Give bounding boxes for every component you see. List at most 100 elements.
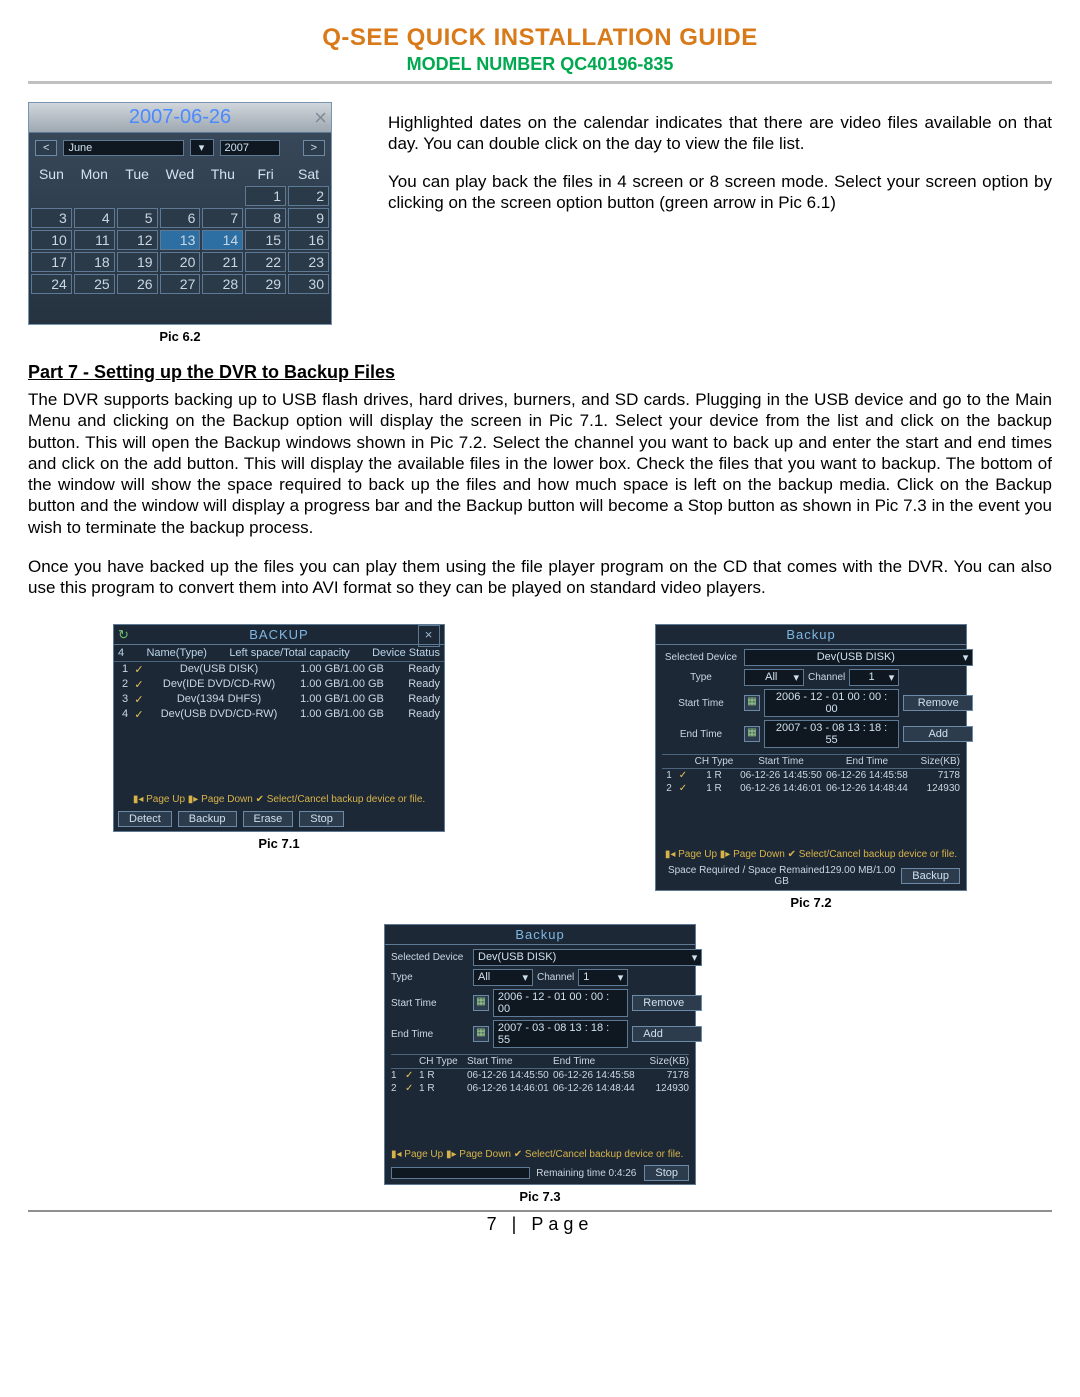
body-paragraph-2: Once you have backed up the files you ca… xyxy=(28,556,1052,599)
close-icon[interactable]: × xyxy=(418,625,440,647)
backup-button[interactable]: Backup xyxy=(178,811,237,827)
calendar-day[interactable]: 6 xyxy=(160,208,201,228)
close-icon[interactable]: × xyxy=(314,105,327,131)
calendar-day[interactable]: 26 xyxy=(117,274,158,294)
label-type: Type xyxy=(391,972,469,983)
calendar-day[interactable]: 22 xyxy=(245,252,286,272)
calendar-day[interactable]: 8 xyxy=(245,208,286,228)
calendar-day[interactable]: 1 xyxy=(245,186,286,206)
erase-button[interactable]: Erase xyxy=(243,811,294,827)
year-select[interactable]: 2007 xyxy=(220,140,280,156)
calendar-day[interactable]: 7 xyxy=(202,208,243,228)
calendar-day[interactable]: 24 xyxy=(31,274,72,294)
start-time[interactable]: 2006 - 12 - 01 00 : 00 : 00 xyxy=(493,989,628,1017)
calendar-icon[interactable]: ▦ xyxy=(744,726,760,742)
device-name: Dev(IDE DVD/CD-RW) xyxy=(146,678,292,691)
next-month-button[interactable]: > xyxy=(303,140,325,156)
calendar-day[interactable]: 11 xyxy=(74,230,115,250)
selected-device[interactable]: Dev(USB DISK) ▾ xyxy=(744,649,973,666)
remove-button[interactable]: Remove xyxy=(632,995,702,1011)
calendar-day[interactable]: 17 xyxy=(31,252,72,272)
device-status: Ready xyxy=(392,693,440,706)
selected-device[interactable]: Dev(USB DISK) ▾ xyxy=(473,949,702,966)
row-num: 1 xyxy=(118,663,132,676)
panel-title: BACKUP xyxy=(249,627,308,642)
calendar-day[interactable]: 5 xyxy=(117,208,158,228)
check-icon[interactable]: ✓ xyxy=(132,708,146,721)
device-row[interactable]: 1✓Dev(USB DISK)1.00 GB/1.00 GBReady xyxy=(118,662,440,677)
calendar-icon[interactable]: ▦ xyxy=(473,1026,489,1042)
calendar-day[interactable]: 4 xyxy=(74,208,115,228)
type-select[interactable]: All ▾ xyxy=(473,969,533,986)
device-row[interactable]: 4✓Dev(USB DVD/CD-RW)1.00 GB/1.00 GBReady xyxy=(118,707,440,722)
col-header: End Time xyxy=(553,1056,639,1067)
calendar-day[interactable]: 3 xyxy=(31,208,72,228)
detect-button[interactable]: Detect xyxy=(118,811,172,827)
check-icon[interactable]: ✓ xyxy=(676,783,690,794)
file-row[interactable]: 1✓1 R06-12-26 14:45:5006-12-26 14:45:587… xyxy=(662,769,960,782)
label-channel: Channel xyxy=(537,972,574,983)
calendar-day[interactable]: 30 xyxy=(288,274,329,294)
footer-divider xyxy=(28,1210,1052,1212)
file-row[interactable]: 2✓1 R06-12-26 14:46:0106-12-26 14:48:441… xyxy=(391,1082,689,1095)
calendar-day[interactable]: 9 xyxy=(288,208,329,228)
calendar-icon[interactable]: ▦ xyxy=(744,695,760,711)
check-icon[interactable]: ✓ xyxy=(405,1070,419,1081)
section-heading: Part 7 - Setting up the DVR to Backup Fi… xyxy=(28,362,1052,383)
calendar-day[interactable]: 15 xyxy=(245,230,286,250)
check-icon[interactable]: ✓ xyxy=(132,663,146,676)
calendar-icon[interactable]: ▦ xyxy=(473,995,489,1011)
file-row[interactable]: 1✓1 R06-12-26 14:45:5006-12-26 14:45:587… xyxy=(391,1069,689,1082)
type-select[interactable]: All ▾ xyxy=(744,669,804,686)
calendar-day[interactable]: 29 xyxy=(245,274,286,294)
ch-type: 1 R xyxy=(690,770,738,781)
prev-month-button[interactable]: < xyxy=(35,140,57,156)
calendar-day[interactable]: 18 xyxy=(74,252,115,272)
row-num: 2 xyxy=(391,1083,405,1094)
calendar-day[interactable]: 10 xyxy=(31,230,72,250)
intro-paragraph-2: You can play back the files in 4 screen … xyxy=(388,171,1052,214)
file-row[interactable]: 2✓1 R06-12-26 14:46:0106-12-26 14:48:441… xyxy=(662,782,960,795)
calendar-day[interactable]: 21 xyxy=(202,252,243,272)
channel-select[interactable]: 1 ▾ xyxy=(849,669,899,686)
end-time[interactable]: 2007 - 03 - 08 13 : 18 : 55 xyxy=(764,720,899,748)
device-row[interactable]: 3✓Dev(1394 DHFS)1.00 GB/1.00 GBReady xyxy=(118,692,440,707)
remaining-time: Remaining time 0:4:26 xyxy=(536,1168,636,1179)
check-icon[interactable]: ✓ xyxy=(405,1083,419,1094)
remove-button[interactable]: Remove xyxy=(903,695,973,711)
calendar-day[interactable]: 20 xyxy=(160,252,201,272)
col-name: Name(Type) xyxy=(146,647,207,659)
file-size: 124930 xyxy=(639,1083,689,1094)
device-status: Ready xyxy=(392,663,440,676)
stop-button[interactable]: Stop xyxy=(299,811,344,827)
calendar-day[interactable]: 16 xyxy=(288,230,329,250)
calendar-day[interactable]: 23 xyxy=(288,252,329,272)
calendar-day[interactable]: 2 xyxy=(288,186,329,206)
month-dropdown-icon[interactable]: ▾ xyxy=(190,139,214,156)
calendar-day[interactable]: 12 xyxy=(117,230,158,250)
pic-7-3-caption: Pic 7.3 xyxy=(384,1189,696,1204)
end-time[interactable]: 2007 - 03 - 08 13 : 18 : 55 xyxy=(493,1020,628,1048)
stop-button[interactable]: Stop xyxy=(644,1165,689,1181)
calendar-day[interactable]: 19 xyxy=(117,252,158,272)
add-button[interactable]: Add xyxy=(903,726,973,742)
calendar-day[interactable]: 25 xyxy=(74,274,115,294)
month-select[interactable]: June xyxy=(63,140,183,156)
file-end: 06-12-26 14:48:44 xyxy=(553,1083,639,1094)
device-row[interactable]: 2✓Dev(IDE DVD/CD-RW)1.00 GB/1.00 GBReady xyxy=(118,677,440,692)
calendar-day[interactable]: 28 xyxy=(202,274,243,294)
add-button[interactable]: Add xyxy=(632,1026,702,1042)
file-size: 7178 xyxy=(910,770,960,781)
calendar-day[interactable]: 27 xyxy=(160,274,201,294)
calendar-day[interactable]: 14 xyxy=(202,230,243,250)
file-start: 06-12-26 14:45:50 xyxy=(738,770,824,781)
backup-button[interactable]: Backup xyxy=(901,868,960,884)
refresh-icon[interactable]: ↻ xyxy=(118,627,130,643)
check-icon[interactable]: ✓ xyxy=(676,770,690,781)
check-icon[interactable]: ✓ xyxy=(132,678,146,691)
check-icon[interactable]: ✓ xyxy=(132,693,146,706)
calendar-day[interactable]: 13 xyxy=(160,230,201,250)
start-time[interactable]: 2006 - 12 - 01 00 : 00 : 00 xyxy=(764,689,899,717)
channel-select[interactable]: 1 ▾ xyxy=(578,969,628,986)
intro-paragraph-1: Highlighted dates on the calendar indica… xyxy=(388,112,1052,155)
